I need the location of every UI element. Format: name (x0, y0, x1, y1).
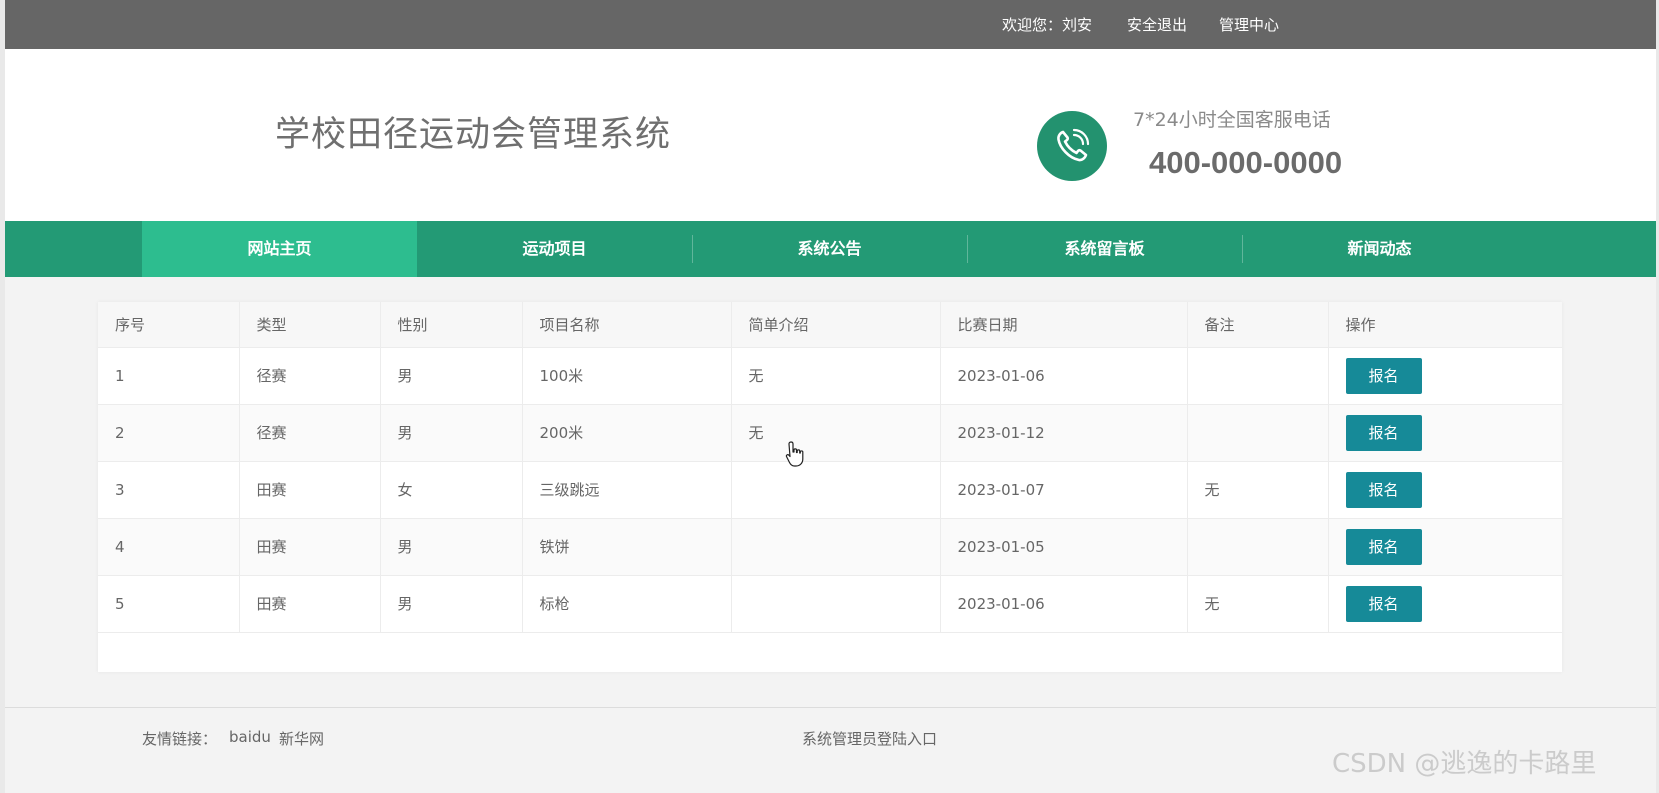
cell-index: 2 (98, 404, 240, 462)
phone-icon (1037, 111, 1107, 181)
cell-event-name: 标枪 (522, 575, 732, 633)
table-row: 3 田赛 女 三级跳远 2023-01-07 无 报名 (98, 461, 1562, 519)
column-header-intro: 简单介绍 (731, 302, 941, 348)
nav-item-announcements[interactable]: 系统公告 (692, 221, 967, 277)
welcome-user-link[interactable]: 欢迎您：刘安 (1002, 14, 1092, 35)
events-table-panel: 序号 类型 性别 项目名称 简单介绍 比赛日期 备注 操作 1 径赛 男 100… (98, 302, 1562, 672)
hotline-label: 7*24小时全国客服电话 (1133, 109, 1331, 131)
cell-index: 4 (98, 518, 240, 576)
cell-remark: 无 (1187, 575, 1329, 633)
cell-event-name: 三级跳远 (522, 461, 732, 519)
cell-gender: 女 (380, 461, 523, 519)
nav-item-news[interactable]: 新闻动态 (1242, 221, 1517, 277)
column-header-index: 序号 (98, 302, 240, 348)
cell-action: 报名 (1328, 518, 1562, 576)
signup-button[interactable]: 报名 (1345, 357, 1422, 394)
logout-link[interactable]: 安全退出 (1127, 14, 1187, 35)
table-row: 5 田赛 男 标枪 2023-01-06 无 报名 (98, 575, 1562, 633)
cell-type: 田赛 (239, 461, 381, 519)
signup-button[interactable]: 报名 (1345, 414, 1422, 451)
table-row: 4 田赛 男 铁饼 2023-01-05 报名 (98, 518, 1562, 576)
cell-date: 2023-01-05 (940, 518, 1188, 576)
signup-button[interactable]: 报名 (1345, 528, 1422, 565)
column-header-date: 比赛日期 (940, 302, 1188, 348)
nav-item-sports[interactable]: 运动项目 (417, 221, 692, 277)
cell-gender: 男 (380, 404, 523, 462)
hotline-number: 400-000-0000 (1149, 145, 1343, 180)
cell-intro (731, 461, 941, 519)
table-row: 1 径赛 男 100米 无 2023-01-06 报名 (98, 347, 1562, 405)
site-header: 学校田径运动会管理系统 7*24小时全国客服电话 400-000-0000 (5, 49, 1656, 221)
friend-links-label: 友情链接： (142, 730, 218, 748)
cell-date: 2023-01-07 (940, 461, 1188, 519)
table-row: 2 径赛 男 200米 无 2023-01-12 报名 (98, 404, 1562, 462)
cell-intro: 无 (731, 347, 941, 405)
column-header-remark: 备注 (1187, 302, 1329, 348)
column-header-event-name: 项目名称 (522, 302, 732, 348)
cell-index: 3 (98, 461, 240, 519)
cell-intro: 无 (731, 404, 941, 462)
cell-type: 径赛 (239, 347, 381, 405)
cell-date: 2023-01-06 (940, 347, 1188, 405)
cell-action: 报名 (1328, 347, 1562, 405)
nav-item-message-board[interactable]: 系统留言板 (967, 221, 1242, 277)
signup-button[interactable]: 报名 (1345, 471, 1422, 508)
friend-link-xinhua[interactable]: 新华网 (279, 728, 324, 749)
cell-gender: 男 (380, 575, 523, 633)
cell-event-name: 铁饼 (522, 518, 732, 576)
cell-index: 1 (98, 347, 240, 405)
nav-item-home[interactable]: 网站主页 (142, 221, 417, 277)
hand-cursor-icon (785, 441, 804, 467)
cell-event-name: 200米 (522, 404, 732, 462)
signup-button[interactable]: 报名 (1345, 585, 1422, 622)
cell-remark (1187, 347, 1329, 405)
cell-action: 报名 (1328, 461, 1562, 519)
admin-login-link[interactable]: 系统管理员登陆入口 (802, 728, 937, 749)
column-header-action: 操作 (1328, 302, 1562, 348)
cell-date: 2023-01-12 (940, 404, 1188, 462)
admin-center-link[interactable]: 管理中心 (1219, 14, 1279, 35)
cell-gender: 男 (380, 518, 523, 576)
cell-type: 田赛 (239, 575, 381, 633)
cell-action: 报名 (1328, 575, 1562, 633)
cell-gender: 男 (380, 347, 523, 405)
column-header-gender: 性别 (380, 302, 523, 348)
cell-type: 田赛 (239, 518, 381, 576)
cell-intro (731, 518, 941, 576)
events-table: 序号 类型 性别 项目名称 简单介绍 比赛日期 备注 操作 1 径赛 男 100… (98, 302, 1562, 633)
main-nav: 网站主页 运动项目 系统公告 系统留言板 新闻动态 (5, 221, 1656, 277)
top-bar: 欢迎您：刘安 安全退出 管理中心 (5, 0, 1656, 49)
cell-date: 2023-01-06 (940, 575, 1188, 633)
page-frame: 欢迎您：刘安 安全退出 管理中心 学校田径运动会管理系统 7*24小时全国客服电… (5, 0, 1656, 793)
cell-intro (731, 575, 941, 633)
table-header-row: 序号 类型 性别 项目名称 简单介绍 比赛日期 备注 操作 (98, 302, 1562, 348)
site-title: 学校田径运动会管理系统 (275, 115, 672, 155)
friend-link-baidu[interactable]: baidu (229, 728, 271, 746)
cell-action: 报名 (1328, 404, 1562, 462)
watermark-text: CSDN @逃逸的卡路里 (1332, 749, 1597, 779)
cell-index: 5 (98, 575, 240, 633)
column-header-type: 类型 (239, 302, 381, 348)
cell-remark: 无 (1187, 461, 1329, 519)
cell-remark (1187, 518, 1329, 576)
phone-icon-glyph (1057, 128, 1090, 162)
cell-event-name: 100米 (522, 347, 732, 405)
cell-type: 径赛 (239, 404, 381, 462)
cell-remark (1187, 404, 1329, 462)
